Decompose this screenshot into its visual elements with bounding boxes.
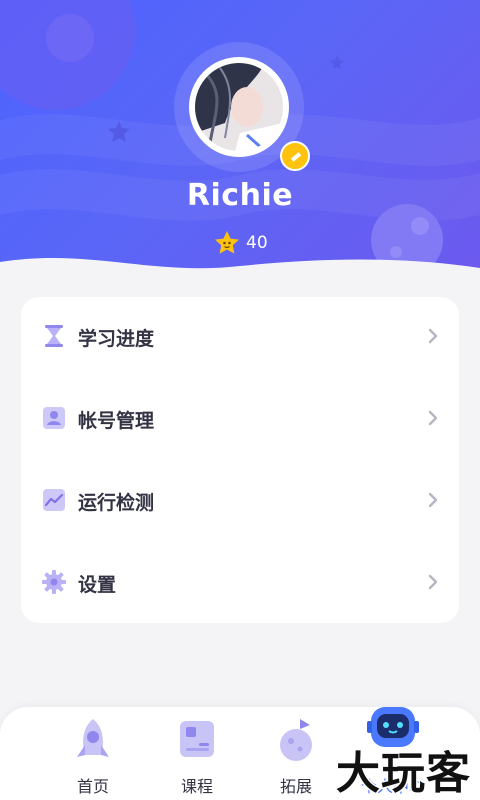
user-card-icon — [43, 407, 65, 429]
chart-line-icon — [43, 489, 65, 511]
avatar[interactable] — [195, 63, 283, 151]
tab-courses[interactable]: 课程 — [149, 707, 245, 800]
tab-label: 课程 — [180, 777, 213, 796]
course-board-icon — [180, 721, 214, 757]
username: Richie — [186, 178, 294, 213]
menu-card: 学习进度 帐号管理 运行检测 设置 — [21, 297, 459, 623]
planet-flag-icon — [280, 719, 312, 761]
brand-watermark: 大玩客 — [335, 747, 472, 800]
gear-icon — [42, 570, 66, 594]
star-icon — [215, 231, 239, 254]
chevron-right-icon — [428, 492, 438, 508]
menu-item-account-management[interactable]: 帐号管理 — [21, 379, 459, 459]
star-count: 40 — [246, 233, 268, 253]
menu-item-settings[interactable]: 设置 — [21, 543, 459, 623]
tab-label: 首页 — [76, 777, 109, 796]
tab-explore[interactable]: 拓展 — [248, 707, 344, 800]
tab-home[interactable]: 首页 — [45, 707, 141, 800]
decor-star-right — [330, 55, 344, 69]
edit-avatar-button[interactable] — [280, 141, 310, 171]
menu-item-label: 学习进度 — [78, 328, 155, 350]
profile-header: Richie 40 — [0, 0, 480, 280]
hourglass-icon — [45, 325, 63, 347]
chevron-right-icon — [428, 410, 438, 426]
pencil-icon — [290, 152, 302, 162]
brand-watermark-text: 大玩客 — [336, 748, 471, 799]
tab-label: 拓展 — [279, 777, 312, 796]
menu-item-runtime-check[interactable]: 运行检测 — [21, 461, 459, 541]
header-wave — [0, 257, 480, 280]
menu-item-label: 运行检测 — [78, 492, 155, 514]
star-balance: 40 — [214, 230, 268, 256]
menu-item-label: 帐号管理 — [78, 410, 155, 432]
chevron-right-icon — [428, 574, 438, 590]
rocket-icon — [77, 719, 109, 757]
decor-crater — [46, 14, 94, 62]
avatar-ring — [189, 57, 310, 171]
chevron-right-icon — [428, 328, 438, 344]
menu-item-label: 设置 — [78, 574, 117, 596]
avatar-halo — [174, 42, 310, 172]
menu-item-learning-progress[interactable]: 学习进度 — [21, 297, 459, 377]
